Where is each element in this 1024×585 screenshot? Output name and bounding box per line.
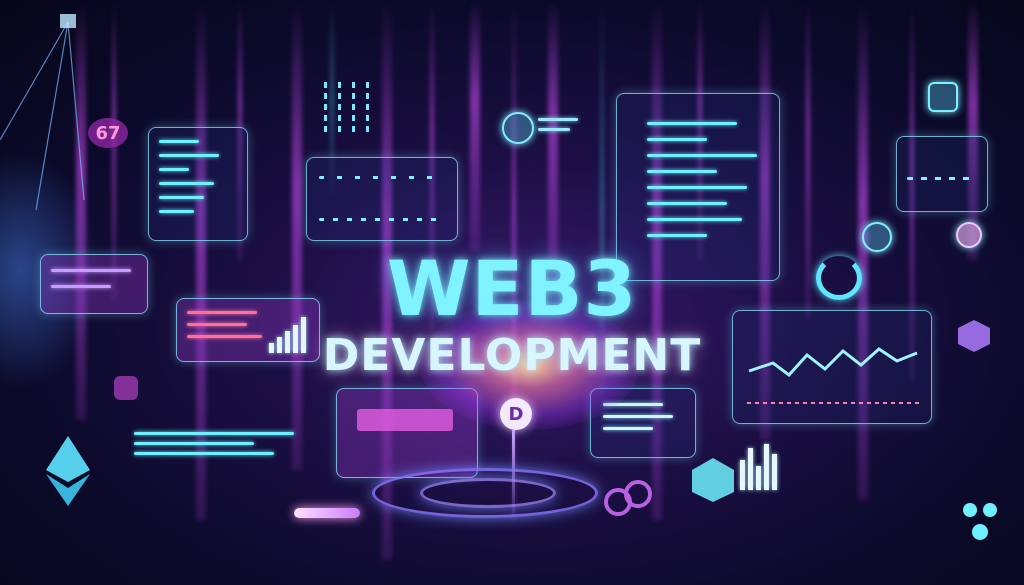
shield-icon [928, 82, 958, 112]
chip-icon [492, 110, 588, 144]
platform-ring-inner [420, 478, 556, 508]
progress-arc-icon [816, 256, 862, 300]
cube-icon [958, 320, 990, 352]
node-icon [956, 222, 982, 248]
hero-title: WEB3 [386, 244, 638, 333]
code-panel-left [148, 127, 248, 241]
light-beam [470, 0, 480, 250]
data-stream [324, 82, 327, 132]
coin-icon: D [500, 398, 532, 430]
ethereum-icon [46, 436, 90, 506]
molecule-icon [963, 503, 997, 540]
data-stream [366, 82, 369, 132]
lock-icon [114, 376, 138, 400]
data-stream [352, 82, 355, 132]
hero-subtitle: DEVELOPMENT [322, 330, 702, 381]
hash-badge: 67 [88, 118, 128, 148]
code-lines-lower [134, 428, 314, 468]
hexagon-icon [692, 458, 734, 502]
progress-glow-bar [294, 508, 360, 518]
node-icon [862, 222, 892, 252]
light-beam [292, 0, 302, 470]
web3-hero-scene: WEB3 DEVELOPMENT D 67 [0, 0, 1024, 585]
data-stream [338, 82, 341, 132]
status-panel-right [896, 136, 988, 212]
chain-icon [604, 480, 654, 516]
light-beam [968, 0, 978, 260]
bar-cluster [740, 440, 790, 490]
hex-grid-panel [306, 157, 458, 241]
